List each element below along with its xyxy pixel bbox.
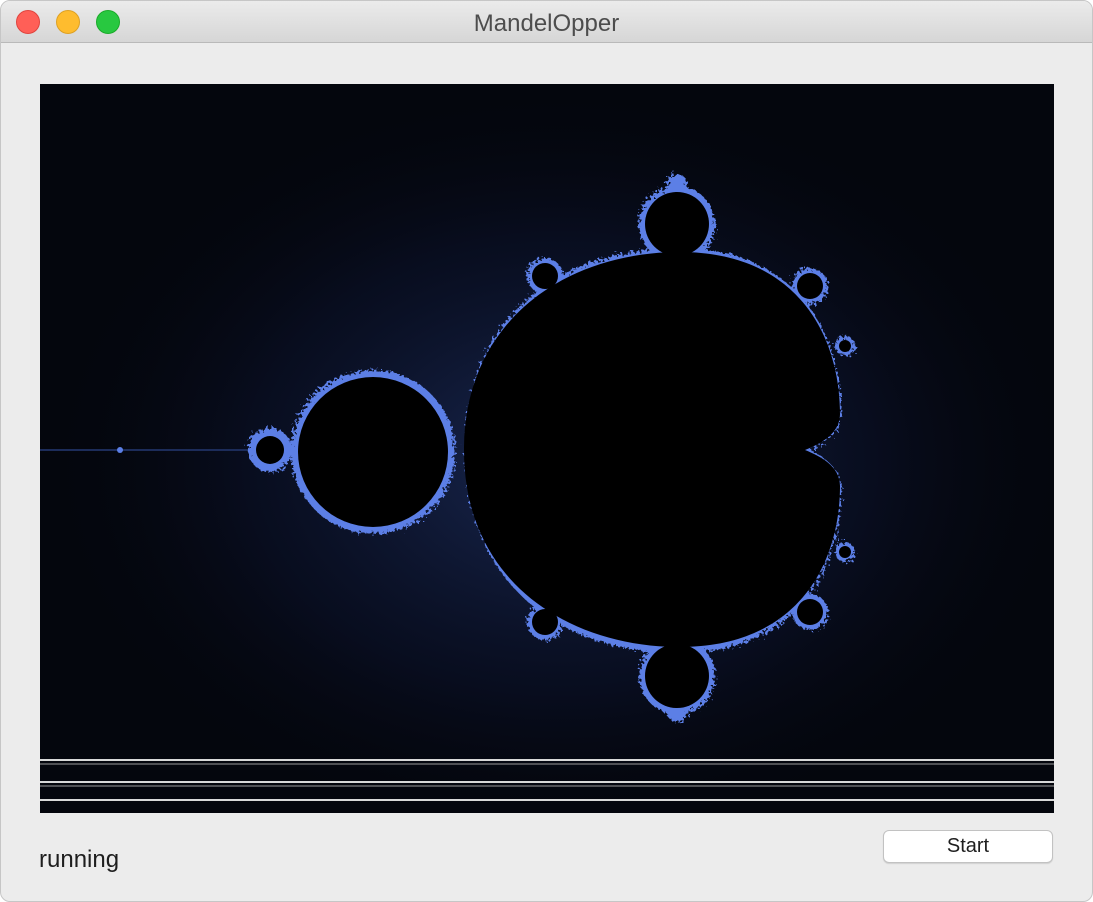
fractal-minibrot	[117, 447, 123, 453]
start-button[interactable]: Start	[883, 830, 1053, 863]
title-bar[interactable]: MandelOpper	[1, 1, 1092, 43]
window-title: MandelOpper	[473, 10, 620, 37]
mandelbrot-canvas[interactable]	[40, 84, 1054, 813]
app-window: MandelOpper running Start	[0, 0, 1093, 902]
mandelbrot-render	[40, 84, 1054, 813]
status-label: running	[39, 846, 120, 873]
